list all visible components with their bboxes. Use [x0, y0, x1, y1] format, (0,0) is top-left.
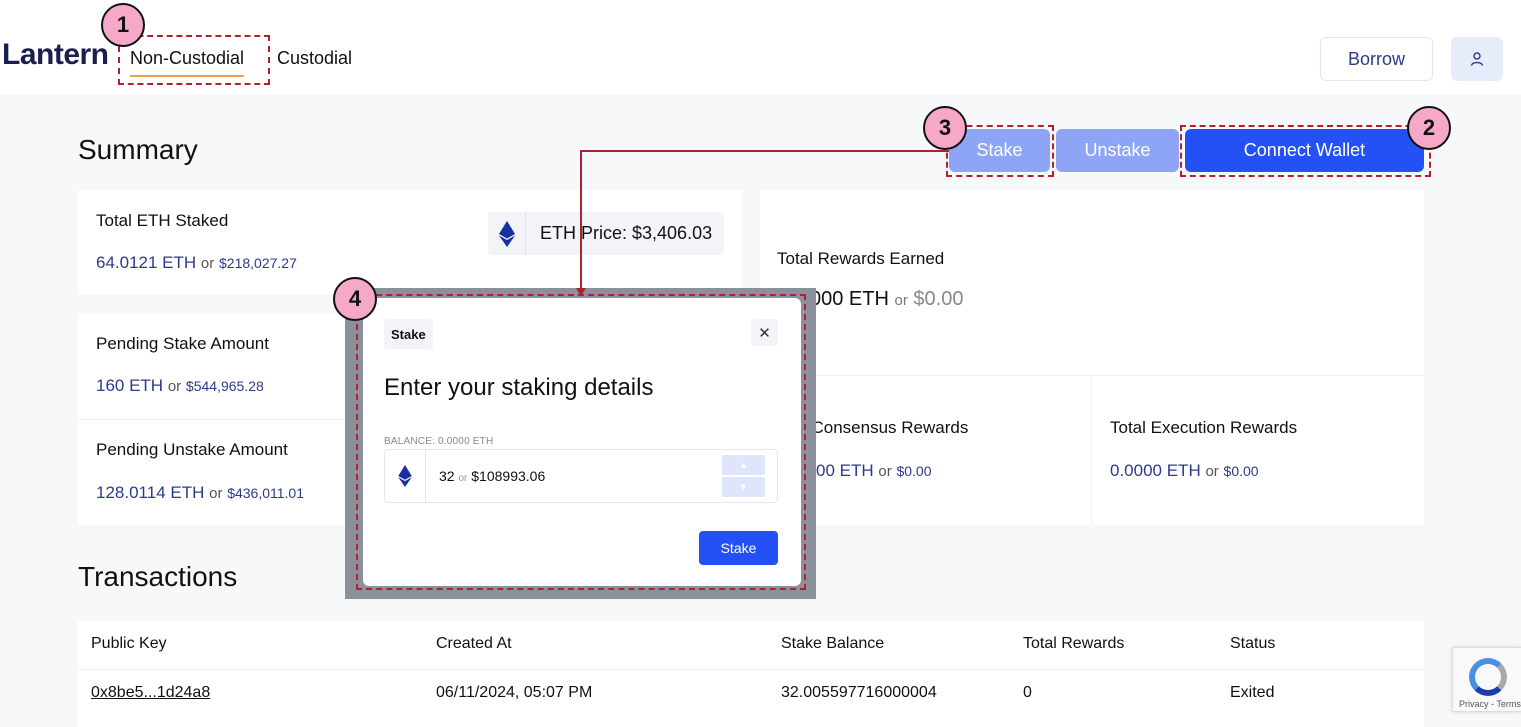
- column-header-created-at[interactable]: Created At: [436, 635, 512, 653]
- recaptcha-terms[interactable]: Privacy - Terms: [1459, 699, 1521, 709]
- modal-heading: Enter your staking details: [384, 374, 654, 401]
- eth-price-text: ETH Price: $3,406.03: [540, 223, 713, 243]
- tab-custodial[interactable]: Custodial: [277, 48, 352, 69]
- consensus-rewards-label: l Consensus Rewards: [803, 418, 969, 437]
- pending-stake-usd: $544,965.28: [185, 378, 264, 394]
- table-row-public-key-link[interactable]: 0x8be5...1d24a8: [91, 684, 210, 702]
- transactions-table: Public Key Created At Stake Balance Tota…: [78, 621, 1424, 727]
- ethereum-icon: [498, 220, 515, 247]
- user-menu-button[interactable]: [1451, 37, 1503, 81]
- execution-rewards-label: Total Execution Rewards: [1110, 418, 1298, 437]
- connect-wallet-button[interactable]: Connect Wallet: [1185, 129, 1424, 172]
- annotation-badge-3: 3: [923, 106, 967, 150]
- consensus-rewards-eth: 00 ETH: [816, 461, 874, 480]
- total-rewards-value: 000 ETH or $0.00: [810, 288, 963, 311]
- annotation-badge-4: 4: [333, 277, 377, 321]
- pending-unstake-label: Pending Unstake Amount: [96, 440, 288, 459]
- execution-rewards-usd: $0.00: [1223, 463, 1259, 479]
- stepper-down-icon[interactable]: ▼: [722, 477, 765, 497]
- user-icon: [1470, 52, 1484, 66]
- column-header-status[interactable]: Status: [1230, 635, 1275, 653]
- or-text: or: [209, 485, 223, 502]
- total-staked-usd: $218,027.27: [219, 255, 297, 271]
- stake-amount-value[interactable]: 32 or $108993.06: [439, 468, 545, 484]
- lantern-logo[interactable]: Lantern: [2, 38, 109, 72]
- or-text: or: [878, 463, 892, 480]
- pending-unstake-value: 128.0114 ETH or $436,011.01: [96, 483, 304, 503]
- tab-non-custodial[interactable]: Non-Custodial: [130, 48, 245, 77]
- ethereum-icon: [398, 465, 412, 487]
- borrow-button[interactable]: Borrow: [1320, 37, 1433, 81]
- or-text: or: [167, 378, 182, 395]
- table-row-stake-balance: 32.005597716000004: [781, 684, 937, 701]
- eth-price-icon-box: [488, 212, 526, 255]
- consensus-rewards-usd: $0.00: [896, 463, 932, 479]
- stepper-up-icon[interactable]: ▲: [722, 455, 765, 475]
- recaptcha-badge[interactable]: Privacy - Terms: [1452, 647, 1521, 712]
- pending-stake-value: 160 ETH or $544,965.28: [96, 376, 264, 396]
- table-row-status: Exited: [1230, 684, 1275, 701]
- top-header: Lantern Non-Custodial Custodial Borrow: [0, 0, 1521, 95]
- pending-unstake-usd: $436,011.01: [227, 485, 305, 501]
- consensus-rewards-value: 00 ETH or $0.00: [816, 461, 932, 481]
- column-header-public-key[interactable]: Public Key: [91, 635, 167, 653]
- annotation-badge-2: 2: [1407, 106, 1451, 150]
- total-rewards-usd: $0.00: [913, 288, 964, 310]
- table-row-created-at: 06/11/2024, 05:07 PM: [436, 684, 593, 701]
- column-header-stake-balance[interactable]: Stake Balance: [781, 635, 884, 653]
- or-text: or: [458, 473, 468, 484]
- execution-rewards-value: 0.0000 ETH or $0.00: [1110, 461, 1259, 481]
- total-staked-value: 64.0121 ETH or $218,027.27: [96, 253, 297, 273]
- amount-eth-icon-cell: [385, 450, 426, 502]
- summary-heading: Summary: [78, 134, 198, 165]
- unstake-button[interactable]: Unstake: [1056, 129, 1179, 172]
- arrow-down-icon: [576, 288, 586, 296]
- or-text: or: [894, 292, 908, 309]
- quantity-stepper[interactable]: ▲ ▼: [722, 455, 765, 497]
- stake-modal: Stake ✕ Enter your staking details BALAN…: [363, 298, 801, 586]
- total-rewards-eth: 000 ETH: [810, 288, 889, 310]
- annotation-connector: [580, 150, 582, 290]
- execution-rewards-eth: 0.0000 ETH: [1110, 461, 1201, 480]
- annotation-connector: [580, 150, 949, 152]
- column-header-total-rewards[interactable]: Total Rewards: [1023, 635, 1124, 653]
- stake-amount-input[interactable]: 32 or $108993.06 ▲ ▼: [384, 449, 778, 503]
- pending-unstake-eth: 128.0114 ETH: [96, 483, 205, 502]
- or-text: or: [1205, 463, 1219, 480]
- annotation-badge-1: 1: [101, 3, 145, 47]
- total-rewards-label: Total Rewards Earned: [777, 249, 945, 268]
- pending-stake-eth: 160 ETH: [96, 376, 164, 395]
- modal-tag: Stake: [384, 319, 433, 349]
- recaptcha-icon: [1469, 658, 1507, 696]
- balance-label: BALANCE: 0.0000 ETH: [384, 436, 494, 447]
- pending-stake-label: Pending Stake Amount: [96, 334, 269, 353]
- amount-eth: 32: [439, 468, 455, 484]
- total-staked-label: Total ETH Staked: [96, 211, 229, 230]
- transactions-heading: Transactions: [78, 561, 238, 592]
- close-icon[interactable]: ✕: [751, 319, 778, 346]
- or-text: or: [200, 255, 215, 272]
- amount-usd: $108993.06: [471, 468, 546, 484]
- total-staked-eth: 64.0121 ETH: [96, 253, 197, 272]
- table-row-total-rewards: 0: [1023, 684, 1032, 701]
- eth-price-pill: ETH Price: $3,406.03: [488, 212, 724, 255]
- modal-stake-button[interactable]: Stake: [699, 531, 778, 565]
